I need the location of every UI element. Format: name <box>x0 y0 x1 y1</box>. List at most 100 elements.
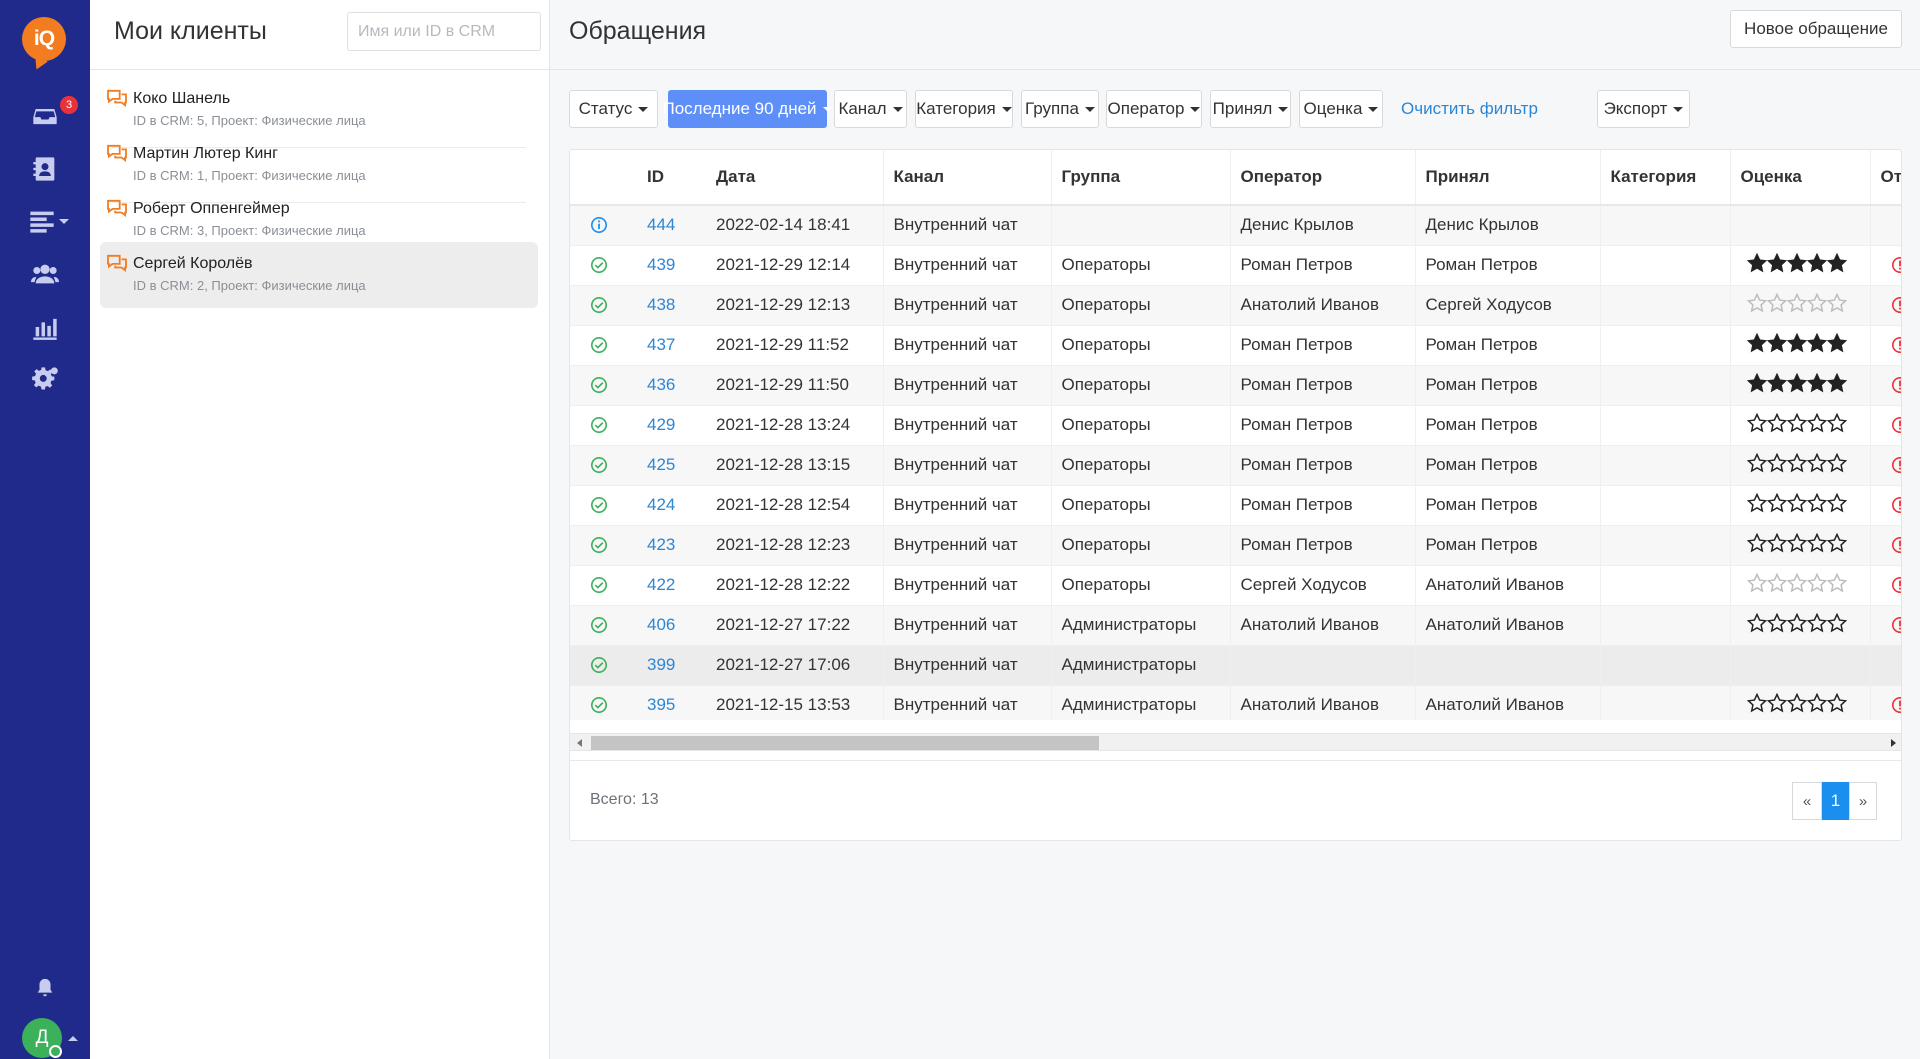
table-row[interactable]: 438 2021-12-29 12:13 Внутренний чат Операто… <box>570 285 1901 326</box>
rating-stars <box>1746 292 1847 313</box>
online-status-dot <box>49 1045 62 1058</box>
table-row[interactable]: 406 2021-12-27 17:22 Внутренний чат Админис… <box>570 605 1901 646</box>
column-header-operator[interactable]: Оператор <box>1229 150 1415 206</box>
column-header-rating[interactable]: Оценка <box>1729 150 1870 206</box>
table-header-row: ID Дата Канал Группа Оператор Принял Кат… <box>570 150 1901 206</box>
filter-accepted-dropdown[interactable]: Принял <box>1210 90 1291 128</box>
request-id-link[interactable]: 444 <box>647 215 675 234</box>
filter-status-dropdown[interactable]: Статус <box>569 90 658 128</box>
scroll-right-arrow[interactable] <box>1891 739 1896 747</box>
cell-operator: Роман Петров <box>1229 485 1415 526</box>
filter-rating-dropdown[interactable]: Оценка <box>1299 90 1383 128</box>
cell-date: 2021-12-28 13:15 <box>706 445 883 486</box>
new-request-button[interactable]: Новое обращение <box>1730 10 1902 48</box>
table-row[interactable]: 436 2021-12-29 11:50 Внутренний чат Операто… <box>570 365 1901 406</box>
cell-status <box>570 285 637 326</box>
cell-rating <box>1729 565 1870 606</box>
star-icon <box>1786 612 1807 632</box>
filter-group-dropdown[interactable]: Группа <box>1021 90 1099 128</box>
star-icon <box>1746 372 1767 392</box>
cell-date: 2021-12-28 12:54 <box>706 485 883 526</box>
users-button[interactable] <box>24 256 66 292</box>
star-icon <box>1746 332 1767 352</box>
cell-id: 437 <box>637 325 706 366</box>
cell-channel: Внутренний чат <box>882 285 1051 326</box>
column-header-group[interactable]: Группа <box>1050 150 1230 206</box>
cell-channel: Внутренний чат <box>882 205 1051 246</box>
column-header-from[interactable]: От <box>1869 150 1901 206</box>
cell-rating <box>1729 405 1870 446</box>
alert-circle-icon <box>1891 416 1901 434</box>
table-row[interactable]: 423 2021-12-28 12:23 Внутренний чат Операто… <box>570 525 1901 566</box>
client-item[interactable]: Сергей Королёв ID в CRM: 2, Проект: Физич… <box>100 242 538 308</box>
cell-channel: Внутренний чат <box>882 605 1051 646</box>
cell-date: 2021-12-29 12:13 <box>706 285 883 326</box>
table-row[interactable]: 424 2021-12-28 12:54 Внутренний чат Операто… <box>570 485 1901 526</box>
request-id-link[interactable]: 439 <box>647 255 675 274</box>
table-row[interactable]: 422 2021-12-28 12:22 Внутренний чат Операто… <box>570 565 1901 606</box>
request-id-link[interactable]: 395 <box>647 695 675 714</box>
cell-status <box>570 245 637 286</box>
column-header-id[interactable]: ID <box>637 150 706 206</box>
cell-group: Администраторы <box>1050 685 1230 720</box>
list-menu-button[interactable] <box>20 203 76 239</box>
table-row[interactable]: 444 2022-02-14 18:41 Внутренний чат Денис К… <box>570 205 1901 246</box>
request-id-link[interactable]: 436 <box>647 375 675 394</box>
contacts-button[interactable] <box>24 151 66 187</box>
cell-group: Операторы <box>1050 405 1230 446</box>
column-header-channel[interactable]: Канал <box>882 150 1051 206</box>
column-header-category[interactable]: Категория <box>1599 150 1730 206</box>
chat-icon <box>106 199 128 217</box>
table-row[interactable]: 429 2021-12-28 13:24 Внутренний чат Операто… <box>570 405 1901 446</box>
scrollbar-thumb[interactable] <box>591 736 1099 750</box>
cell-operator: Роман Петров <box>1229 365 1415 406</box>
settings-button[interactable] <box>24 361 66 397</box>
request-id-link[interactable]: 429 <box>647 415 675 434</box>
table-row[interactable]: 437 2021-12-29 11:52 Внутренний чат Операто… <box>570 325 1901 366</box>
cell-rating <box>1729 605 1870 646</box>
cell-accepted: Роман Петров <box>1414 525 1600 566</box>
pagination-page-1[interactable]: 1 <box>1822 782 1849 820</box>
app-logo[interactable]: iQ <box>22 17 66 61</box>
chevron-up-icon[interactable] <box>68 1036 78 1041</box>
cell-group: Операторы <box>1050 285 1230 326</box>
scroll-left-arrow[interactable] <box>577 739 582 747</box>
rating-stars <box>1746 532 1847 553</box>
clear-filter-link[interactable]: Очистить фильтр <box>1401 99 1538 119</box>
notifications-button[interactable] <box>24 970 66 1006</box>
filter-channel-dropdown[interactable]: Канал <box>834 90 907 128</box>
filter-period-dropdown[interactable]: Последние 90 дней <box>662 90 833 128</box>
star-icon <box>1746 572 1767 592</box>
request-id-link[interactable]: 422 <box>647 575 675 594</box>
filter-operator-dropdown[interactable]: Оператор <box>1106 90 1202 128</box>
cell-operator: Анатолий Иванов <box>1229 685 1415 720</box>
request-id-link[interactable]: 406 <box>647 615 675 634</box>
request-id-link[interactable]: 424 <box>647 495 675 514</box>
cell-accepted: Роман Петров <box>1414 365 1600 406</box>
horizontal-scrollbar[interactable] <box>570 733 1901 751</box>
client-name: Коко Шанель <box>133 90 231 107</box>
table-row[interactable]: 439 2021-12-29 12:14 Внутренний чат Операто… <box>570 245 1901 286</box>
pagination-prev-button[interactable]: « <box>1792 782 1822 820</box>
client-search-input[interactable] <box>347 12 541 51</box>
column-header-date[interactable]: Дата <box>706 150 883 206</box>
stats-button[interactable] <box>24 309 66 345</box>
pagination-next-button[interactable]: » <box>1849 782 1877 820</box>
request-id-link[interactable]: 399 <box>647 655 675 674</box>
star-icon <box>1826 572 1847 592</box>
export-dropdown[interactable]: Экспорт <box>1597 90 1690 128</box>
client-details: ID в CRM: 3, Проект: Физические лица <box>133 223 366 238</box>
request-id-link[interactable]: 423 <box>647 535 675 554</box>
cell-rating <box>1729 365 1870 406</box>
table-row[interactable]: 395 2021-12-15 13:53 Внутренний чат Админис… <box>570 685 1901 720</box>
request-id-link[interactable]: 425 <box>647 455 675 474</box>
filter-category-dropdown[interactable]: Категория <box>915 90 1013 128</box>
table-row[interactable]: 425 2021-12-28 13:15 Внутренний чат Операто… <box>570 445 1901 486</box>
request-id-link[interactable]: 438 <box>647 295 675 314</box>
column-header-accepted[interactable]: Принял <box>1414 150 1600 206</box>
cell-from <box>1869 205 1901 246</box>
request-id-link[interactable]: 437 <box>647 335 675 354</box>
inbox-icon <box>33 109 57 125</box>
rating-stars <box>1746 612 1847 633</box>
table-row[interactable]: 399 2021-12-27 17:06 Внутренний чат Админис… <box>570 645 1901 686</box>
